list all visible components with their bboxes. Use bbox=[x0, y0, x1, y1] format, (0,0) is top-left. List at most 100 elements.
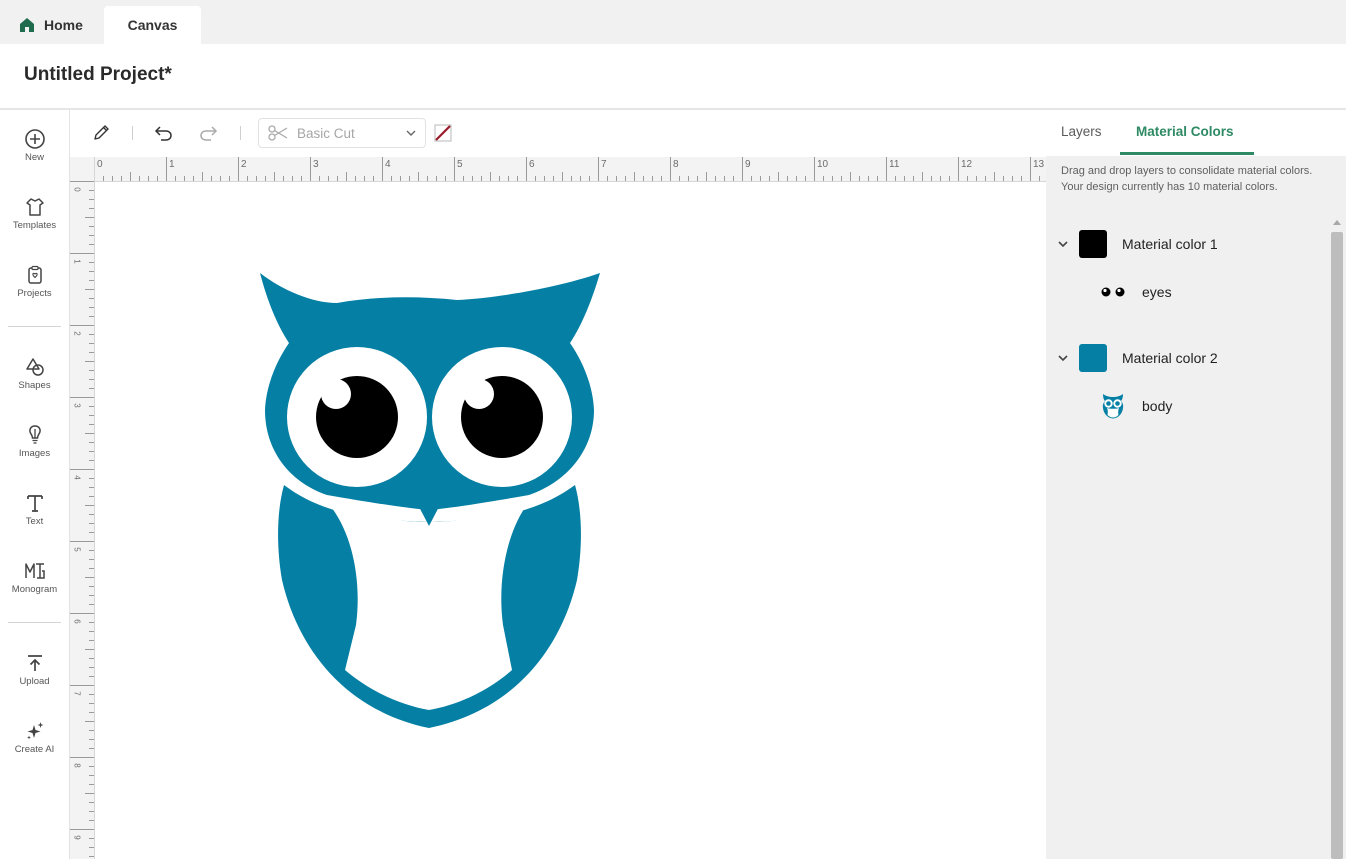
owl-thumbnail-icon bbox=[1098, 394, 1128, 419]
tab-home[interactable]: Home bbox=[8, 6, 98, 44]
sidebar-item-label: Create AI bbox=[14, 744, 55, 755]
redo-button[interactable] bbox=[196, 120, 222, 146]
ruler-top-label: 3 bbox=[313, 159, 319, 170]
projects-icon bbox=[27, 265, 42, 284]
edit-button[interactable] bbox=[88, 120, 114, 146]
ruler-left-label: 9 bbox=[72, 835, 82, 840]
chevron-down-icon[interactable] bbox=[1056, 237, 1070, 251]
active-tab-indicator bbox=[1120, 152, 1254, 155]
layer-item-body[interactable]: body bbox=[1098, 392, 1318, 420]
tshirt-icon bbox=[25, 198, 44, 216]
no-color-icon bbox=[434, 124, 452, 142]
ruler-left-label: 1 bbox=[72, 259, 82, 264]
color-swatch-button[interactable] bbox=[430, 120, 456, 146]
material-colors-panel: Layers Material Colors Drag and drop lay… bbox=[1046, 110, 1346, 859]
ruler-left-label: 4 bbox=[72, 475, 82, 480]
sidebar-item-text[interactable]: Text bbox=[0, 486, 69, 546]
ruler-top: 0 1 2 3 4 5 6 7 8 9 10 11 12 13 bbox=[94, 157, 1046, 182]
pencil-icon bbox=[94, 125, 109, 140]
eyes-thumbnail bbox=[1098, 280, 1128, 304]
ruler-top-label: 1 bbox=[169, 159, 175, 170]
ruler-top-label: 6 bbox=[529, 159, 535, 170]
ruler-top-label: 11 bbox=[889, 159, 900, 170]
ruler-top-label: 12 bbox=[961, 159, 973, 170]
undo-button[interactable] bbox=[150, 120, 176, 146]
monogram-icon bbox=[24, 563, 45, 579]
ruler-left-label: 7 bbox=[72, 691, 82, 696]
owl-design[interactable] bbox=[257, 270, 602, 730]
material-color-label: Material color 2 bbox=[1122, 350, 1218, 366]
ruler-top-label: 8 bbox=[673, 159, 679, 170]
sidebar-item-label: Projects bbox=[17, 288, 52, 299]
sidebar-item-templates[interactable]: Templates bbox=[0, 190, 69, 250]
tab-canvas-label: Canvas bbox=[127, 17, 178, 33]
scissors-icon bbox=[268, 125, 288, 141]
ruler-left-label: 8 bbox=[72, 763, 82, 768]
text-icon bbox=[26, 495, 43, 512]
ruler-left-label: 5 bbox=[72, 547, 82, 552]
ruler-top-label: 0 bbox=[97, 159, 103, 170]
ruler-left-label: 6 bbox=[72, 619, 82, 624]
toolbar-separator bbox=[240, 126, 241, 140]
design-canvas[interactable] bbox=[95, 182, 1046, 859]
plus-circle-icon bbox=[24, 129, 45, 149]
sidebar-item-label: Upload bbox=[19, 676, 50, 687]
shapes-icon bbox=[25, 358, 44, 376]
panel-scrollbar[interactable] bbox=[1330, 220, 1344, 859]
sidebar-item-new[interactable]: New bbox=[0, 122, 69, 182]
layer-label: eyes bbox=[1142, 284, 1172, 300]
sidebar-item-projects[interactable]: Projects bbox=[0, 258, 69, 318]
material-color-label: Material color 1 bbox=[1122, 236, 1218, 252]
sidebar-item-label: Shapes bbox=[18, 380, 51, 391]
layer-item-eyes[interactable]: eyes bbox=[1098, 278, 1318, 306]
chevron-down-icon[interactable] bbox=[1056, 351, 1070, 365]
tab-canvas[interactable]: Canvas bbox=[104, 6, 201, 44]
ruler-top-label: 10 bbox=[817, 159, 829, 170]
redo-icon bbox=[200, 126, 218, 141]
material-color-group-2[interactable]: Material color 2 bbox=[1056, 342, 1336, 374]
sidebar-divider bbox=[8, 326, 61, 327]
tab-home-label: Home bbox=[44, 17, 83, 33]
ruler-top-label: 2 bbox=[241, 159, 247, 170]
ruler-top-label: 9 bbox=[745, 159, 751, 170]
sidebar-item-label: New bbox=[24, 152, 44, 163]
operation-select[interactable]: Basic Cut bbox=[258, 118, 426, 148]
ruler-top-label: 4 bbox=[385, 159, 391, 170]
sidebar-item-images[interactable]: Images bbox=[0, 418, 69, 478]
ruler-left-label: 2 bbox=[72, 331, 82, 336]
sidebar-divider bbox=[8, 622, 61, 623]
sidebar-item-shapes[interactable]: Shapes bbox=[0, 350, 69, 410]
sidebar-item-label: Images bbox=[18, 448, 51, 459]
sidebar-item-monogram[interactable]: Monogram bbox=[0, 554, 69, 614]
material-color-group-1[interactable]: Material color 1 bbox=[1056, 228, 1336, 260]
project-header: Untitled Project* bbox=[0, 44, 1346, 110]
project-title[interactable]: Untitled Project* bbox=[24, 64, 172, 86]
chevron-down-icon bbox=[406, 130, 416, 136]
panel-tabs: Layers Material Colors bbox=[1046, 110, 1346, 156]
material-color-swatch[interactable] bbox=[1079, 344, 1107, 372]
panel-description: Drag and drop layers to consolidate mate… bbox=[1061, 165, 1313, 193]
upload-icon bbox=[27, 655, 42, 671]
canvas-toolbar: Basic Cut bbox=[70, 110, 1046, 156]
scroll-up-arrow[interactable] bbox=[1333, 220, 1341, 225]
operation-select-value: Basic Cut bbox=[297, 125, 355, 141]
sidebar-item-label: Monogram bbox=[11, 584, 58, 595]
layer-label: body bbox=[1142, 398, 1173, 414]
ruler-top-label: 7 bbox=[601, 159, 607, 170]
toolbar-separator bbox=[132, 126, 133, 140]
scroll-thumb[interactable] bbox=[1331, 232, 1343, 859]
material-color-swatch[interactable] bbox=[1079, 230, 1107, 258]
undo-icon bbox=[154, 126, 172, 141]
tab-material-colors[interactable]: Material Colors bbox=[1136, 124, 1234, 139]
tab-layers[interactable]: Layers bbox=[1061, 124, 1102, 139]
sidebar-item-label: Templates bbox=[12, 220, 57, 231]
left-sidebar: New Templates Projects Shapes Images Tex… bbox=[0, 110, 70, 859]
sidebar-item-create-ai[interactable]: Create AI bbox=[0, 714, 69, 774]
ruler-top-ticks bbox=[94, 157, 1040, 181]
home-icon bbox=[20, 18, 34, 32]
sidebar-item-upload[interactable]: Upload bbox=[0, 646, 69, 706]
ruler-top-label: 13 bbox=[1033, 159, 1045, 170]
ruler-top-label: 5 bbox=[457, 159, 463, 170]
sidebar-item-label: Text bbox=[25, 516, 44, 527]
ruler-left-label: 3 bbox=[72, 403, 82, 408]
